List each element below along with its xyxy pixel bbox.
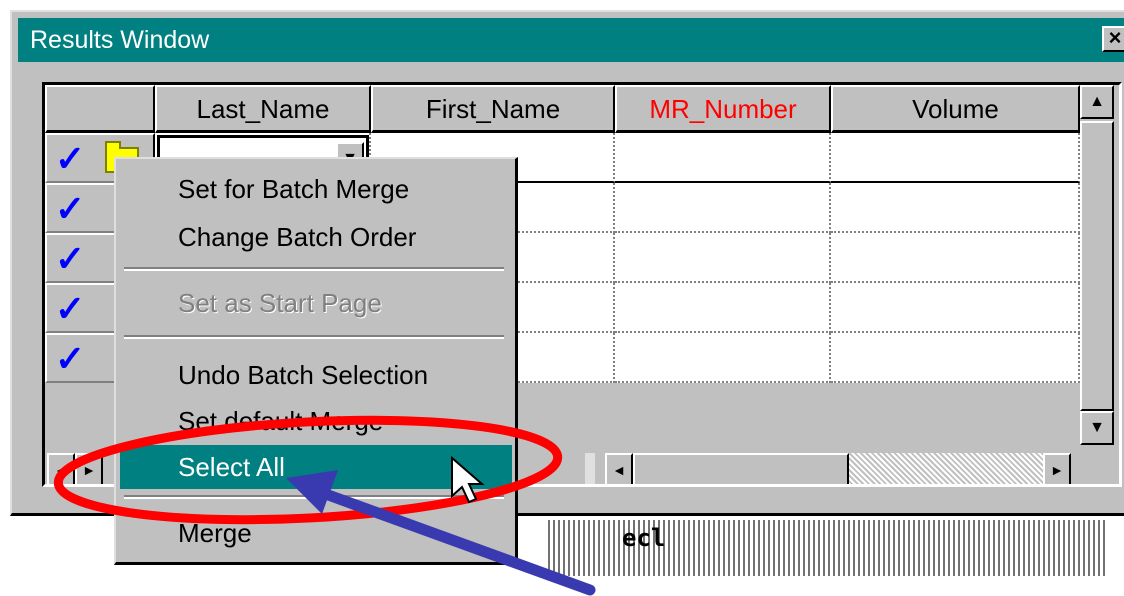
grid-cell[interactable]: [831, 233, 1080, 283]
close-button[interactable]: ×: [1102, 26, 1124, 52]
check-icon: ✓: [55, 338, 86, 379]
menu-separator: [124, 335, 504, 339]
grid-cell[interactable]: [615, 283, 831, 333]
background-text: ecl: [622, 524, 666, 552]
check-icon: ✓: [55, 238, 86, 279]
context-menu: Set for Batch Merge Change Batch Order S…: [114, 157, 518, 565]
scroll-left-icon[interactable]: ◄: [605, 453, 633, 484]
left-horizontal-scrollbar[interactable]: [585, 453, 595, 484]
menu-item-set-default-merge[interactable]: Set default Merge: [120, 399, 512, 443]
grid-header: Last_Name First_Name MR_Number Volume: [45, 85, 1119, 133]
grid-cell[interactable]: [615, 133, 831, 183]
grid-cell[interactable]: [615, 333, 831, 383]
grid-cell[interactable]: [831, 333, 1080, 383]
menu-separator: [124, 495, 504, 499]
scroll-right-icon[interactable]: ►: [1043, 453, 1071, 484]
menu-item-set-as-start-page[interactable]: Set as Start Page: [120, 281, 512, 325]
scroll-down-icon[interactable]: ▼: [1080, 411, 1114, 445]
menu-item-change-batch-order[interactable]: Change Batch Order: [120, 215, 512, 259]
check-icon: ✓: [55, 288, 86, 329]
vertical-scrollbar[interactable]: ▲ ▼: [1080, 85, 1114, 445]
grid-cell[interactable]: [615, 183, 831, 233]
menu-item-set-for-batch-merge[interactable]: Set for Batch Merge: [120, 167, 512, 211]
grid-cell[interactable]: [615, 233, 831, 283]
grid-cell[interactable]: [831, 283, 1080, 333]
column-header-first-name[interactable]: First_Name: [371, 85, 615, 133]
horizontal-scrollbar[interactable]: [633, 453, 1043, 484]
title-bar[interactable]: Results Window ×: [18, 18, 1124, 62]
scroll-left-icon[interactable]: ◄: [47, 453, 75, 484]
check-icon: ✓: [55, 138, 86, 179]
menu-item-undo-batch-selection[interactable]: Undo Batch Selection: [120, 353, 512, 397]
scroll-up-icon[interactable]: ▲: [1080, 85, 1114, 119]
window-title: Results Window: [30, 26, 210, 54]
vertical-scroll-thumb[interactable]: [1080, 121, 1114, 411]
column-header-mr-number[interactable]: MR_Number: [615, 85, 831, 133]
grid-cell[interactable]: [831, 133, 1080, 183]
horizontal-scroll-thumb[interactable]: [633, 453, 849, 484]
menu-item-merge[interactable]: Merge: [120, 511, 512, 555]
grid-cell[interactable]: [831, 183, 1080, 233]
menu-item-select-all[interactable]: Select All: [120, 445, 512, 489]
scroll-right-icon[interactable]: ►: [75, 453, 103, 484]
column-header-last-name[interactable]: Last_Name: [155, 85, 371, 133]
corner-header-cell: [45, 85, 155, 133]
menu-separator: [124, 267, 504, 271]
check-icon: ✓: [55, 188, 86, 229]
column-header-volume[interactable]: Volume: [831, 85, 1080, 133]
